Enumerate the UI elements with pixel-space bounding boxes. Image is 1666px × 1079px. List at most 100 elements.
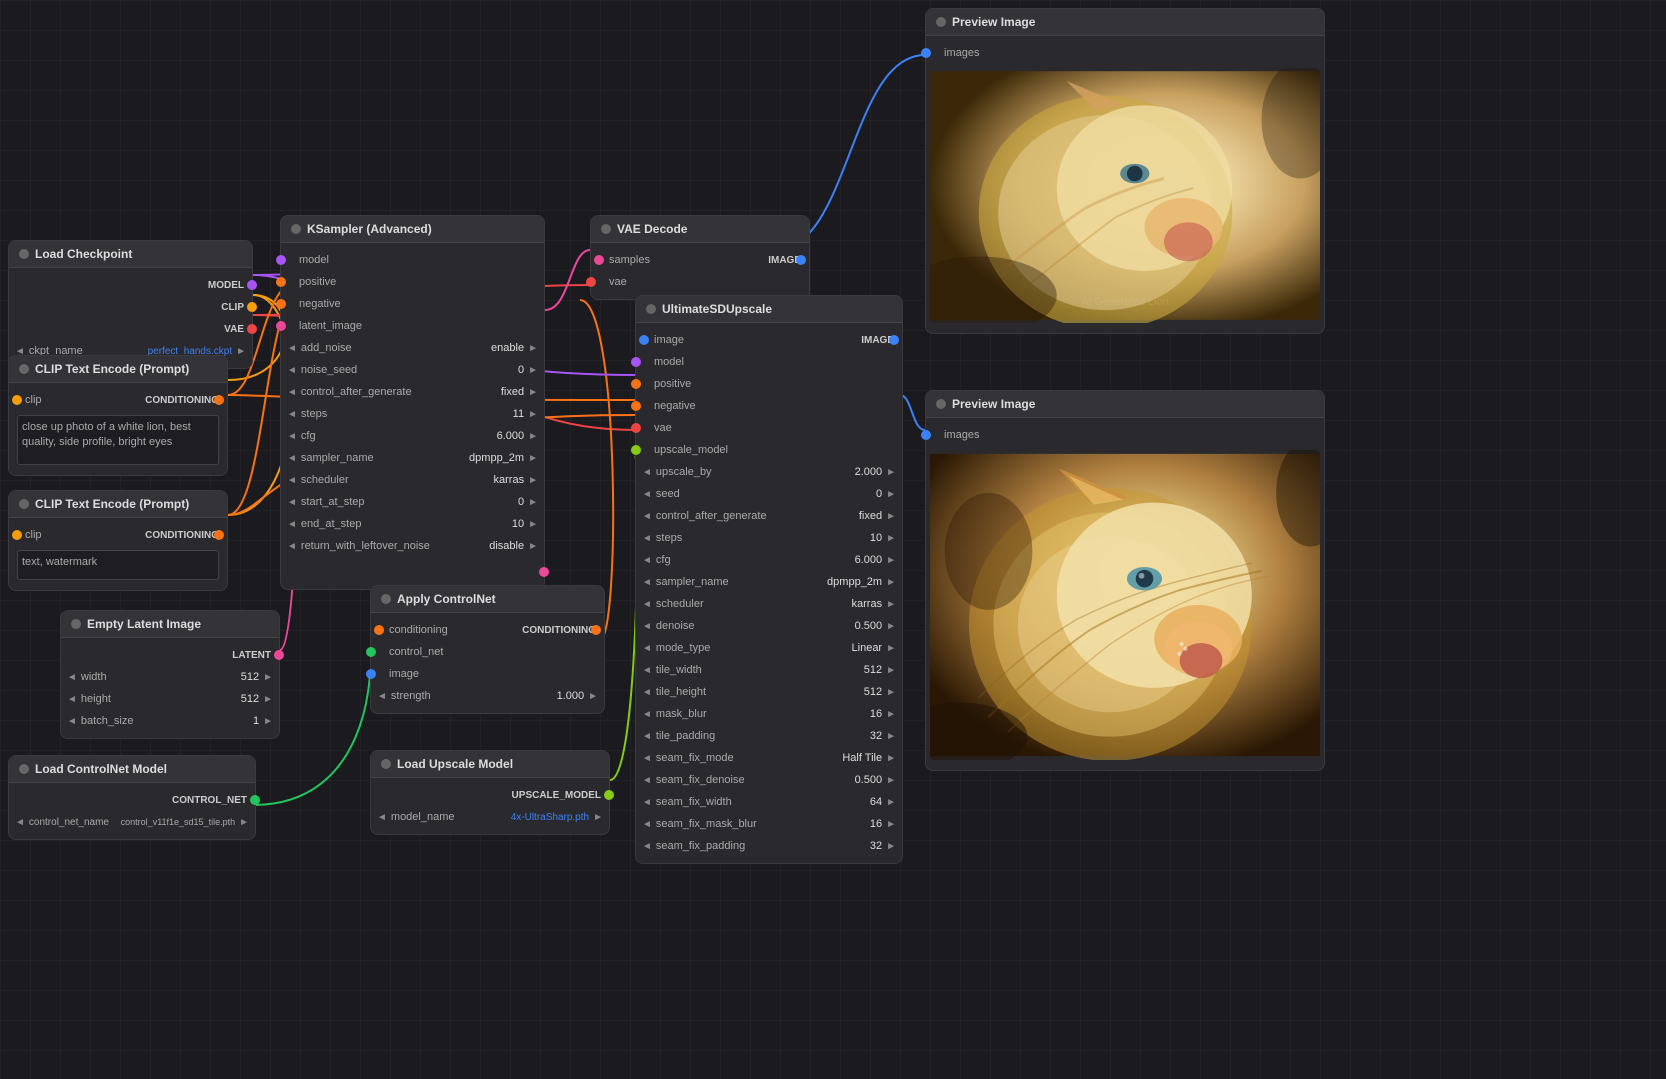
load-checkpoint-node: Load Checkpoint MODEL CLIP VAE ◄ ckpt_na…	[8, 240, 253, 369]
latent-out-dot[interactable]	[274, 650, 284, 660]
node-title: Preview Image	[952, 15, 1035, 29]
images-in-dot[interactable]	[921, 48, 931, 58]
conditioning-out-dot[interactable]	[214, 395, 224, 405]
image-in-dot[interactable]	[639, 335, 649, 345]
empty-latent-node: Empty Latent Image LATENT ◄ width 512 ► …	[60, 610, 280, 739]
negative-in-dot[interactable]	[631, 401, 641, 411]
node-status-dot	[71, 619, 81, 629]
negative-in-dot[interactable]	[276, 299, 286, 309]
vae-port-dot[interactable]	[247, 324, 257, 334]
node-status-dot	[291, 224, 301, 234]
control-after-param: ◄ control_after_generate fixed ►	[281, 381, 544, 403]
start-step-value: 0	[518, 496, 524, 508]
upscale-model-out: UPSCALE_MODEL	[371, 784, 609, 806]
positive-in-port: positive	[636, 373, 902, 395]
vae-in-dot[interactable]	[586, 277, 596, 287]
controlnet-name-param: ◄ control_net_name control_v11f1e_sd15_t…	[9, 811, 255, 833]
batch-arrow-left[interactable]: ◄	[67, 716, 77, 727]
mask-blur-param: ◄ mask_blur 16 ►	[636, 703, 902, 725]
upscale-by-param: ◄ upscale_by 2.000 ►	[636, 461, 902, 483]
strength-label: strength	[391, 690, 553, 702]
image-out-dot[interactable]	[889, 335, 899, 345]
model-in-port: model	[636, 351, 902, 373]
clip-in-label: clip	[25, 394, 42, 406]
positive-in-dot[interactable]	[276, 277, 286, 287]
batch-label: batch_size	[81, 715, 249, 727]
node-body: images	[926, 36, 1324, 333]
controlnet-out-label: CONTROL_NET	[172, 795, 247, 806]
node-title: VAE Decode	[617, 222, 687, 236]
load-controlnet-node: Load ControlNet Model CONTROL_NET ◄ cont…	[8, 755, 256, 840]
image-out-dot[interactable]	[796, 255, 806, 265]
node-body: model positive negative latent_image ◄ a…	[281, 243, 544, 589]
clip-port-dot[interactable]	[247, 302, 257, 312]
prompt-text-2[interactable]: text, watermark	[17, 550, 219, 580]
prompt-text-1[interactable]: close up photo of a white lion, best qua…	[17, 415, 219, 465]
cn-arrow-right[interactable]: ►	[239, 817, 249, 828]
vae-in-dot[interactable]	[631, 423, 641, 433]
image-in-dot[interactable]	[366, 669, 376, 679]
model-port-dot[interactable]	[247, 280, 257, 290]
height-arrow-right[interactable]: ►	[263, 694, 273, 705]
conditioning-out-label: CONDITIONING	[145, 395, 219, 406]
conditioning-inout: conditioning CONDITIONING	[371, 619, 604, 641]
preview-image-2	[930, 450, 1320, 760]
positive-in-port: positive	[281, 271, 544, 293]
clip2-in-label: clip	[25, 529, 42, 541]
latent-samples-in-dot[interactable]	[594, 255, 604, 265]
upscale-model-in-dot[interactable]	[631, 445, 641, 455]
cn-arrow-left[interactable]: ◄	[15, 817, 25, 828]
node-status-dot	[381, 759, 391, 769]
height-arrow-left[interactable]: ◄	[67, 694, 77, 705]
return-noise-label: return_with_leftover_noise	[301, 540, 485, 552]
controlnet-output-port: CONTROL_NET	[9, 789, 255, 811]
latent-in-dot[interactable]	[276, 321, 286, 331]
images-in-dot-2[interactable]	[921, 430, 931, 440]
conditioning-in-dot[interactable]	[374, 625, 384, 635]
upscale-model-out-dot[interactable]	[604, 790, 614, 800]
node-title: Empty Latent Image	[87, 617, 201, 631]
conditioning-in-label: conditioning	[389, 624, 448, 636]
vae-in-label: vae	[609, 276, 627, 288]
batch-arrow-right[interactable]: ►	[263, 716, 273, 727]
node-title: CLIP Text Encode (Prompt)	[35, 362, 189, 376]
upscale-model-header: Load Upscale Model	[371, 751, 609, 778]
width-arrow-left[interactable]: ◄	[67, 672, 77, 683]
ultimate-upscale-node: UltimateSDUpscale image IMAGE model posi…	[635, 295, 903, 864]
seed-param: ◄ seed 0 ►	[636, 483, 902, 505]
steps-value: 11	[513, 408, 524, 420]
conditioning2-out-dot[interactable]	[214, 530, 224, 540]
control-net-in-dot[interactable]	[366, 647, 376, 657]
controlnet-out-dot[interactable]	[250, 795, 260, 805]
model-in-dot[interactable]	[276, 255, 286, 265]
start-step-param: ◄ start_at_step 0 ►	[281, 491, 544, 513]
node-title: Load Upscale Model	[397, 757, 513, 771]
vae-output-port: VAE	[9, 318, 252, 340]
model-in-dot[interactable]	[631, 357, 641, 367]
positive-in-dot[interactable]	[631, 379, 641, 389]
conditioning-out-dot[interactable]	[591, 625, 601, 635]
node-title: CLIP Text Encode (Prompt)	[35, 497, 189, 511]
vae-port-label: VAE	[224, 324, 244, 335]
width-arrow-right[interactable]: ►	[263, 672, 273, 683]
sampler-name-param: ◄ sampler_name dpmpp_2m ►	[281, 447, 544, 469]
scheduler-param: ◄ scheduler karras ►	[636, 593, 902, 615]
cn-param-label: control_net_name	[29, 817, 117, 828]
denoise-param: ◄ denoise 0.500 ►	[636, 615, 902, 637]
ksampler-latent-out-dot[interactable]	[539, 567, 549, 577]
cfg-param: ◄ cfg 6.000 ►	[636, 549, 902, 571]
model-name-param: ◄ model_name 4x-UltraSharp.pth ►	[371, 806, 609, 828]
conditioning2-out-label: CONDITIONING	[145, 530, 219, 541]
node-body: LATENT ◄ width 512 ► ◄ height 512 ► ◄ ba…	[61, 638, 279, 738]
ckpt-arrow-right[interactable]: ►	[236, 346, 246, 357]
images-in-port-2: images	[926, 424, 1324, 446]
control-after-label: control_after_generate	[301, 386, 497, 398]
seam-fix-padding-param: ◄ seam_fix_padding 32 ►	[636, 835, 902, 857]
node-body: clip CONDITIONING close up photo of a wh…	[9, 383, 227, 475]
clip-in-dot[interactable]	[12, 395, 22, 405]
model-output-port: MODEL	[9, 274, 252, 296]
vae-in-port: vae	[636, 417, 902, 439]
node-body: image IMAGE model positive negative vae …	[636, 323, 902, 863]
negative-in-port: negative	[281, 293, 544, 315]
clip2-in-dot[interactable]	[12, 530, 22, 540]
